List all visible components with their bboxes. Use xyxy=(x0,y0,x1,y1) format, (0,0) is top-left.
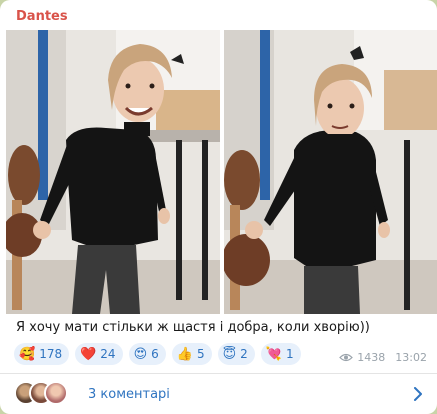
photo-album xyxy=(6,30,437,314)
message-bubble: Dantes Я хочу мати стільки ж щастя і доб… xyxy=(0,0,437,414)
commenter-avatars xyxy=(14,381,84,407)
author-name[interactable]: Dantes xyxy=(16,9,68,24)
chevron-right-icon xyxy=(414,387,422,401)
message-time: 13:02 xyxy=(395,351,427,364)
reaction-count: 178 xyxy=(39,347,63,361)
avatar xyxy=(44,381,68,405)
reaction-halo-face[interactable]: 😇 2 xyxy=(217,343,255,365)
red-heart-icon: ❤️ xyxy=(80,346,97,362)
message-caption: Я хочу мати стільки ж щастя і добра, кол… xyxy=(16,320,370,335)
reaction-thumbs-up[interactable]: 👍 5 xyxy=(171,343,212,365)
comments-button[interactable]: 3 коментарі xyxy=(0,374,437,414)
reaction-heart-eyes[interactable]: 😍 6 xyxy=(128,343,166,365)
halo-face-icon: 😇 xyxy=(222,346,237,362)
heart-eyes-icon: 😍 xyxy=(133,346,148,362)
reaction-count: 24 xyxy=(100,347,116,361)
smiling-face-with-hearts-icon: 🥰 xyxy=(19,346,36,362)
heart-with-arrow-icon: 💘 xyxy=(265,346,282,362)
photo-1[interactable] xyxy=(6,30,220,314)
reactions-bar: 🥰 178 ❤️ 24 😍 6 👍 5 😇 2 💘 1 xyxy=(14,343,301,367)
reaction-count: 1 xyxy=(285,347,294,361)
reaction-heart-with-arrow[interactable]: 💘 1 xyxy=(260,343,301,365)
view-count: 1438 xyxy=(357,351,386,364)
message-meta: 1438 13:02 xyxy=(339,351,427,364)
thumbs-up-icon: 👍 xyxy=(176,346,193,362)
eye-icon xyxy=(339,353,354,362)
reaction-red-heart[interactable]: ❤️ 24 xyxy=(75,343,123,365)
photo-2[interactable] xyxy=(224,30,437,314)
reaction-count: 6 xyxy=(151,347,159,361)
reaction-count: 2 xyxy=(240,347,248,361)
reaction-smiling-face-with-hearts[interactable]: 🥰 178 xyxy=(14,343,70,365)
comments-label: 3 коментарі xyxy=(88,386,170,402)
reaction-count: 5 xyxy=(196,347,205,361)
